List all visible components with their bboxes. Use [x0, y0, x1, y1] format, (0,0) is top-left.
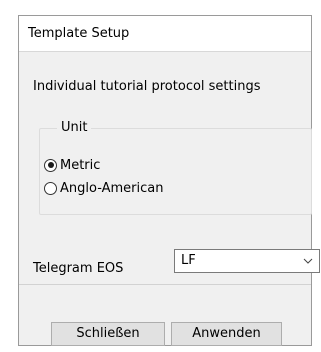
radio-metric[interactable]: Metric [44, 156, 100, 174]
footer-divider [19, 284, 311, 285]
dialog-title: Template Setup [19, 16, 311, 52]
settings-description: Individual tutorial protocol settings [33, 79, 261, 94]
radio-anglo-american-label: Anglo-American [60, 180, 164, 196]
telegram-eos-value: LF [181, 253, 196, 268]
template-setup-dialog: Template Setup Individual tutorial proto… [18, 15, 320, 346]
chevron-down-icon[interactable] [303, 256, 313, 266]
radio-anglo-american[interactable]: Anglo-American [44, 179, 163, 197]
unit-group-label: Unit [57, 120, 92, 136]
radio-anglo-american-indicator[interactable] [44, 181, 57, 195]
radio-metric-label: Metric [60, 157, 101, 173]
telegram-eos-select[interactable]: LF [174, 249, 320, 273]
telegram-eos-label: Telegram EOS [33, 261, 124, 276]
apply-button[interactable]: Anwenden [171, 322, 282, 346]
radio-metric-indicator[interactable] [44, 158, 57, 172]
close-button[interactable]: Schließen [51, 322, 165, 346]
